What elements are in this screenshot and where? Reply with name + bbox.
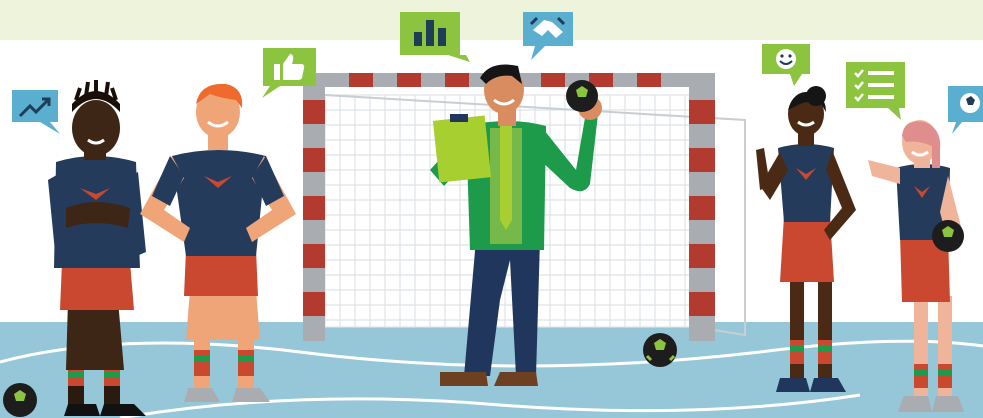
floor-ball-left <box>3 383 37 417</box>
sky-band <box>0 0 983 40</box>
bar-chart-icon <box>400 12 470 62</box>
held-ball <box>932 220 964 252</box>
sports-team-illustration <box>0 0 983 418</box>
goal-post-left <box>303 73 325 341</box>
floor-ball-center <box>643 333 677 367</box>
goal-post-right <box>689 73 715 341</box>
coach-ball <box>566 80 598 112</box>
illustration-canvas <box>0 0 983 418</box>
